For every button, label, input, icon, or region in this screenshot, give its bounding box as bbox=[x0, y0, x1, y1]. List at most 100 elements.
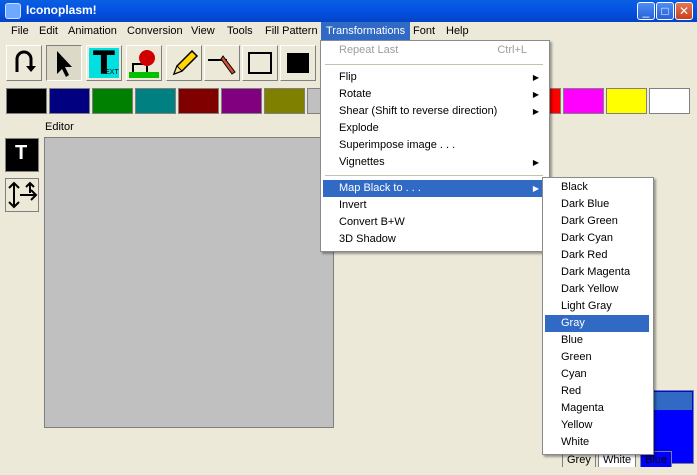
menu-convert-bw-label: Convert B+W bbox=[339, 216, 405, 228]
menu-map-black[interactable]: Map Black to . . . ▶ bbox=[323, 180, 545, 197]
undo-icon bbox=[15, 50, 36, 72]
sidebar-text-tool[interactable]: T bbox=[5, 138, 39, 172]
menu-edit[interactable]: Edit bbox=[34, 22, 63, 40]
submenu-cyan[interactable]: Cyan bbox=[545, 366, 649, 383]
submenu-green[interactable]: Green bbox=[545, 349, 649, 366]
menu-convert-bw[interactable]: Convert B+W bbox=[323, 214, 545, 231]
menu-3d-shadow[interactable]: 3D Shadow bbox=[323, 231, 545, 248]
fill-tool-button[interactable] bbox=[126, 45, 162, 81]
transformations-menu: Repeat Last Ctrl+L Flip ▶ Rotate ▶ Shear (… bbox=[320, 40, 550, 252]
submenu-dark-green[interactable]: Dark Green bbox=[545, 213, 649, 230]
line-tool-button[interactable] bbox=[204, 45, 240, 81]
text-tool-icon: T EXT bbox=[89, 44, 119, 82]
menu-transformations[interactable]: Transformations bbox=[321, 22, 411, 40]
submenu-dark-red[interactable]: Dark Red bbox=[545, 247, 649, 264]
editor-label: Editor bbox=[45, 121, 74, 133]
menu-view[interactable]: View bbox=[186, 22, 220, 40]
color-swatch-white[interactable] bbox=[649, 88, 690, 114]
rectangle-filled-button[interactable] bbox=[280, 45, 316, 81]
color-swatch-black[interactable] bbox=[6, 88, 47, 114]
menu-separator bbox=[325, 175, 543, 176]
menu-flip[interactable]: Flip ▶ bbox=[323, 69, 545, 86]
status-bar bbox=[0, 467, 697, 475]
menu-rotate-label: Rotate bbox=[339, 88, 372, 100]
menu-map-black-label: Map Black to . . . bbox=[339, 182, 421, 194]
color-swatch-dark-magenta[interactable] bbox=[221, 88, 262, 114]
submenu-arrow-icon: ▶ bbox=[532, 107, 539, 116]
text-tool-button[interactable]: T EXT bbox=[86, 44, 122, 82]
maximize-button[interactable]: □ bbox=[656, 2, 674, 20]
menu-separator bbox=[325, 64, 543, 65]
sidebar-move-tool[interactable] bbox=[5, 178, 39, 212]
pencil-tool-button[interactable] bbox=[166, 45, 202, 81]
submenu-blue[interactable]: Blue bbox=[545, 332, 649, 349]
submenu-dark-blue[interactable]: Dark Blue bbox=[545, 196, 649, 213]
editor-canvas[interactable] bbox=[44, 137, 334, 428]
menu-superimpose[interactable]: Superimpose image . . . bbox=[323, 137, 545, 154]
submenu-arrow-icon: ▶ bbox=[532, 184, 539, 193]
submenu-dark-yellow[interactable]: Dark Yellow bbox=[545, 281, 649, 298]
submenu-arrow-icon: ▶ bbox=[532, 158, 539, 167]
menu-font[interactable]: Font bbox=[408, 22, 440, 40]
color-swatch-yellow[interactable] bbox=[606, 88, 647, 114]
maximize-icon: □ bbox=[661, 4, 669, 18]
close-button[interactable]: ✕ bbox=[675, 2, 693, 20]
map-black-submenu: Black Dark Blue Dark Green Dark Cyan Dar… bbox=[542, 177, 654, 455]
minimize-button[interactable]: _ bbox=[637, 2, 655, 20]
menu-repeat-last-shortcut: Ctrl+L bbox=[497, 44, 527, 56]
text-tool-letter: T bbox=[93, 44, 115, 82]
submenu-arrow-icon: ▶ bbox=[532, 90, 539, 99]
menu-vignettes-label: Vignettes bbox=[339, 156, 385, 168]
four-arrows-icon bbox=[8, 181, 38, 209]
menu-3d-shadow-label: 3D Shadow bbox=[339, 233, 396, 245]
color-swatch-magenta[interactable] bbox=[563, 88, 604, 114]
submenu-gray[interactable]: Gray bbox=[545, 315, 649, 332]
submenu-dark-magenta[interactable]: Dark Magenta bbox=[545, 264, 649, 281]
submenu-black[interactable]: Black bbox=[545, 179, 649, 196]
submenu-light-gray[interactable]: Light Gray bbox=[545, 298, 649, 315]
submenu-dark-cyan[interactable]: Dark Cyan bbox=[545, 230, 649, 247]
submenu-arrow-icon: ▶ bbox=[532, 73, 539, 82]
color-swatch-dark-blue[interactable] bbox=[49, 88, 90, 114]
menu-shear[interactable]: Shear (Shift to reverse direction) ▶ bbox=[323, 103, 545, 120]
app-icon bbox=[5, 3, 21, 19]
menu-tools[interactable]: Tools bbox=[222, 22, 258, 40]
color-swatch-dark-green[interactable] bbox=[92, 88, 133, 114]
menu-invert[interactable]: Invert bbox=[323, 197, 545, 214]
menu-animation[interactable]: Animation bbox=[63, 22, 122, 40]
menu-explode[interactable]: Explode bbox=[323, 120, 545, 137]
color-swatch-dark-yellow[interactable] bbox=[264, 88, 305, 114]
pencil-icon bbox=[172, 49, 199, 76]
menu-invert-label: Invert bbox=[339, 199, 367, 211]
color-swatch-dark-red[interactable] bbox=[178, 88, 219, 114]
rectangle-outline-button[interactable] bbox=[242, 45, 278, 81]
undo-button[interactable] bbox=[6, 45, 42, 81]
rectangle-outline-icon bbox=[248, 52, 272, 74]
color-preview-header bbox=[652, 392, 692, 410]
menu-repeat-last[interactable]: Repeat Last Ctrl+L bbox=[323, 42, 545, 59]
menu-explode-label: Explode bbox=[339, 122, 379, 134]
minimize-icon: _ bbox=[642, 4, 650, 18]
pointer-tool-button[interactable] bbox=[46, 45, 82, 81]
color-swatch-dark-cyan[interactable] bbox=[135, 88, 176, 114]
title-bar: Iconoplasm! _ □ ✕ bbox=[0, 0, 697, 22]
window-title: Iconoplasm! bbox=[26, 3, 97, 17]
menu-file[interactable]: File bbox=[6, 22, 34, 40]
submenu-red[interactable]: Red bbox=[545, 383, 649, 400]
close-icon: ✕ bbox=[678, 4, 690, 18]
rectangle-filled-icon bbox=[287, 53, 309, 73]
menu-help[interactable]: Help bbox=[441, 22, 474, 40]
pointer-icon bbox=[57, 51, 72, 77]
menu-flip-label: Flip bbox=[339, 71, 357, 83]
menu-superimpose-label: Superimpose image . . . bbox=[339, 139, 456, 151]
submenu-magenta[interactable]: Magenta bbox=[545, 400, 649, 417]
menu-rotate[interactable]: Rotate ▶ bbox=[323, 86, 545, 103]
text-tool-sub: EXT bbox=[105, 69, 119, 76]
submenu-yellow[interactable]: Yellow bbox=[545, 417, 649, 434]
submenu-white[interactable]: White bbox=[545, 434, 649, 451]
menu-fill-pattern[interactable]: Fill Pattern bbox=[260, 22, 323, 40]
menu-vignettes[interactable]: Vignettes ▶ bbox=[323, 154, 545, 171]
menu-conversion[interactable]: Conversion bbox=[122, 22, 188, 40]
sidebar-text-letter: T bbox=[15, 142, 28, 164]
line-icon bbox=[208, 55, 236, 75]
